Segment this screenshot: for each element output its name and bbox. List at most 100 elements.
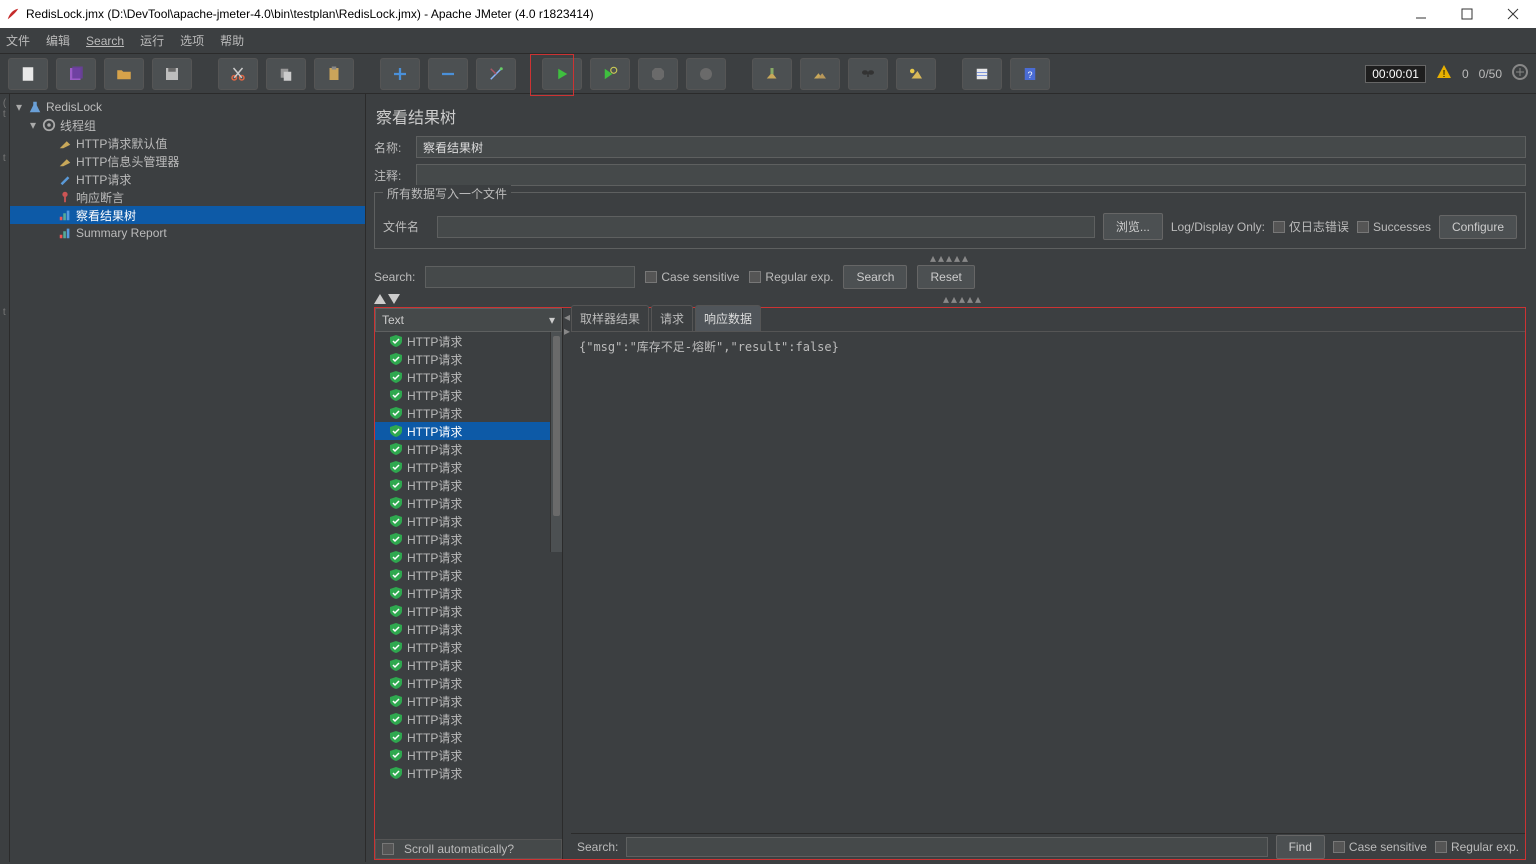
scroll-auto-checkbox[interactable]: Scroll automatically? [375, 839, 562, 859]
menu-file[interactable]: 文件 [6, 32, 30, 49]
case-checkbox[interactable]: Case sensitive [645, 270, 739, 284]
tab-response-data[interactable]: 响应数据 [695, 305, 761, 331]
maximize-button[interactable] [1444, 0, 1490, 28]
tree-node-assertion[interactable]: 响应断言 [10, 188, 365, 206]
success-shield-icon [389, 425, 403, 437]
sample-row[interactable]: HTTP请求 [375, 692, 562, 710]
collapse-icon[interactable] [428, 58, 468, 90]
browse-button[interactable]: 浏览... [1103, 213, 1163, 240]
tab-sampler-result[interactable]: 取样器结果 [571, 305, 649, 331]
menu-edit[interactable]: 编辑 [46, 32, 70, 49]
help-icon[interactable]: ? [1010, 58, 1050, 90]
response-regex-checkbox[interactable]: Regular exp. [1435, 840, 1519, 854]
menu-run[interactable]: 运行 [140, 32, 164, 49]
chevron-down-icon[interactable]: ▾ [14, 102, 24, 112]
results-search-input[interactable] [425, 266, 635, 288]
tree-node-threadgroup[interactable]: ▾ 线程组 [10, 116, 365, 134]
new-icon[interactable] [8, 58, 48, 90]
menu-options[interactable]: 选项 [180, 32, 204, 49]
sample-row[interactable]: HTTP请求 [375, 368, 562, 386]
templates-icon[interactable] [56, 58, 96, 90]
sample-row[interactable]: HTTP请求 [375, 674, 562, 692]
tree-node-summary[interactable]: Summary Report [10, 224, 365, 242]
sample-row[interactable]: HTTP请求 [375, 476, 562, 494]
sample-row[interactable]: HTTP请求 [375, 350, 562, 368]
sample-row[interactable]: HTTP请求 [375, 512, 562, 530]
sample-row[interactable]: HTTP请求 [375, 458, 562, 476]
search-icon[interactable] [848, 58, 888, 90]
only-errors-checkbox[interactable]: 仅日志错误 [1273, 218, 1349, 235]
start-icon[interactable] [542, 58, 582, 90]
warning-icon: ! [1436, 64, 1452, 83]
regex-checkbox[interactable]: Regular exp. [749, 270, 833, 284]
sample-row[interactable]: HTTP请求 [375, 656, 562, 674]
cut-icon[interactable] [218, 58, 258, 90]
sample-row[interactable]: HTTP请求 [375, 386, 562, 404]
configure-button[interactable]: Configure [1439, 215, 1517, 239]
menu-help[interactable]: 帮助 [220, 32, 244, 49]
stop-icon[interactable] [638, 58, 678, 90]
open-icon[interactable] [104, 58, 144, 90]
save-icon[interactable] [152, 58, 192, 90]
reset-button[interactable]: Reset [917, 265, 974, 289]
clear-icon[interactable] [752, 58, 792, 90]
menu-search[interactable]: Search [86, 34, 124, 48]
reset-search-icon[interactable] [896, 58, 936, 90]
toggle-icon[interactable] [476, 58, 516, 90]
function-helper-icon[interactable] [962, 58, 1002, 90]
filename-input[interactable] [437, 216, 1095, 238]
tree-node-view-results[interactable]: 察看结果树 [10, 206, 365, 224]
sample-row[interactable]: HTTP请求 [375, 404, 562, 422]
chevron-down-icon[interactable]: ▾ [28, 120, 38, 130]
successes-checkbox[interactable]: Successes [1357, 220, 1431, 234]
success-shield-icon [389, 407, 403, 419]
success-shield-icon [389, 587, 403, 599]
sample-row[interactable]: HTTP请求 [375, 710, 562, 728]
sample-row[interactable]: HTTP请求 [375, 620, 562, 638]
start-no-timers-icon[interactable] [590, 58, 630, 90]
minimize-button[interactable] [1398, 0, 1444, 28]
paste-icon[interactable] [314, 58, 354, 90]
sample-row[interactable]: HTTP请求 [375, 332, 562, 350]
response-search-input[interactable] [626, 837, 1267, 857]
sample-list[interactable]: HTTP请求HTTP请求HTTP请求HTTP请求HTTP请求HTTP请求HTTP… [375, 332, 562, 839]
tree-node-testplan[interactable]: ▾ RedisLock [10, 98, 365, 116]
shutdown-icon[interactable] [686, 58, 726, 90]
sample-scrollbar[interactable] [550, 332, 562, 552]
sample-row[interactable]: HTTP请求 [375, 728, 562, 746]
success-shield-icon [389, 515, 403, 527]
success-shield-icon [389, 551, 403, 563]
sample-label: HTTP请求 [407, 441, 462, 458]
expand-status-icon[interactable] [1512, 64, 1528, 83]
tree-node-http-header[interactable]: HTTP信息头管理器 [10, 152, 365, 170]
name-input[interactable] [416, 136, 1526, 158]
sample-row[interactable]: HTTP请求 [375, 440, 562, 458]
drag-handle-1[interactable]: ▴▴▴▴▴ [374, 253, 1526, 263]
renderer-dropdown[interactable]: Text ▾ [375, 308, 562, 332]
copy-icon[interactable] [266, 58, 306, 90]
sample-row[interactable]: HTTP请求 [375, 548, 562, 566]
expand-icon[interactable] [380, 58, 420, 90]
drag-handle-2[interactable]: ▴▴▴▴▴ [374, 293, 1526, 305]
sample-row[interactable]: HTTP请求 [375, 746, 562, 764]
clear-all-icon[interactable] [800, 58, 840, 90]
sample-row[interactable]: HTTP请求 [375, 638, 562, 656]
sample-row[interactable]: HTTP请求 [375, 422, 562, 440]
test-plan-tree[interactable]: ▾ RedisLock ▾ 线程组 HTTP请求默认值 HTTP信息头管理器 H… [10, 94, 366, 862]
sample-row[interactable]: HTTP请求 [375, 584, 562, 602]
tree-node-http-request[interactable]: HTTP请求 [10, 170, 365, 188]
response-body[interactable]: {"msg":"库存不足-熔断","result":false} [571, 332, 1525, 833]
find-button[interactable]: Find [1276, 835, 1325, 859]
sample-row[interactable]: HTTP请求 [375, 566, 562, 584]
response-case-checkbox[interactable]: Case sensitive [1333, 840, 1427, 854]
tab-request[interactable]: 请求 [651, 305, 693, 331]
close-button[interactable] [1490, 0, 1536, 28]
sample-row[interactable]: HTTP请求 [375, 530, 562, 548]
sample-row[interactable]: HTTP请求 [375, 602, 562, 620]
search-button[interactable]: Search [843, 265, 907, 289]
sample-row[interactable]: HTTP请求 [375, 494, 562, 512]
tree-node-http-defaults[interactable]: HTTP请求默认值 [10, 134, 365, 152]
split-handle[interactable]: ◂▸ [563, 308, 571, 859]
sample-row[interactable]: HTTP请求 [375, 764, 562, 782]
comment-input[interactable] [416, 164, 1526, 186]
